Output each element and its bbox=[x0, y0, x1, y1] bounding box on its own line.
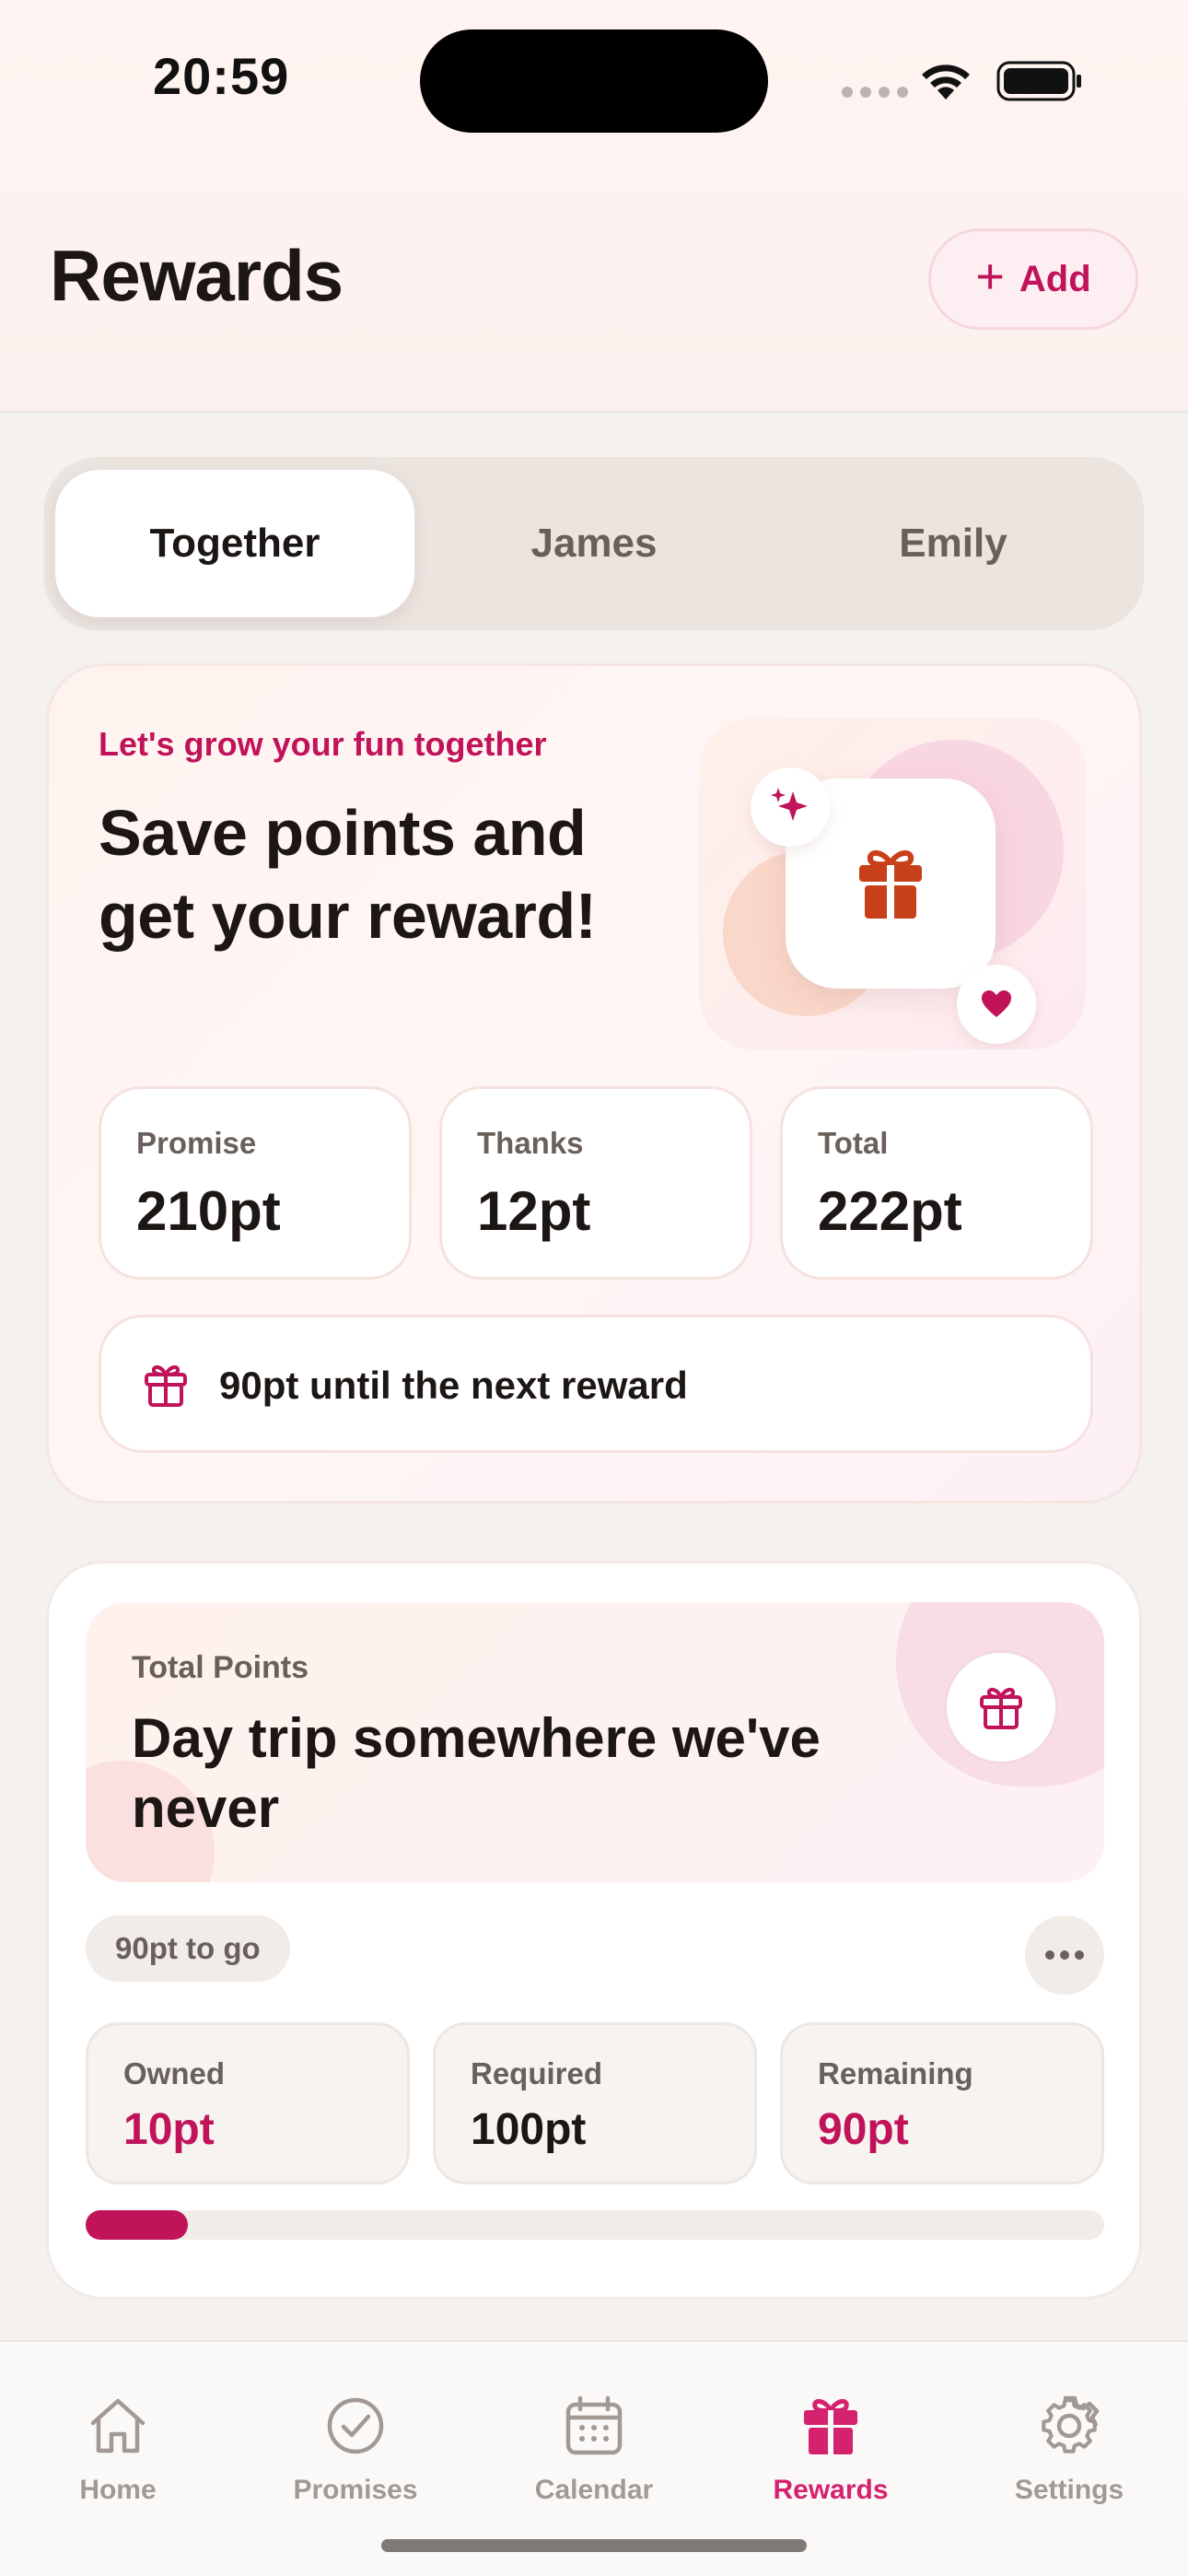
check-circle-icon bbox=[327, 2397, 384, 2454]
heart-icon bbox=[982, 990, 1011, 1017]
heart-badge bbox=[957, 965, 1036, 1044]
page-title: Rewards bbox=[50, 235, 344, 316]
tab-label: Home bbox=[79, 2475, 157, 2505]
hero-title-line-1: Save points and bbox=[99, 797, 587, 869]
add-button-label: Add bbox=[1019, 258, 1091, 299]
goal-eyebrow: Total Points bbox=[132, 1650, 309, 1685]
hero-title: Save points and get your reward! bbox=[99, 791, 706, 957]
stat-label: Required bbox=[471, 2056, 603, 2090]
more-options-button[interactable] bbox=[1025, 1915, 1104, 1995]
stat-total: Total 222pt bbox=[780, 1086, 1093, 1280]
plus-icon: + bbox=[975, 249, 1005, 304]
tab-label: Settings bbox=[1014, 2475, 1124, 2505]
home-icon bbox=[90, 2398, 146, 2453]
ellipsis-icon bbox=[1045, 1950, 1084, 1960]
stat-owned: Owned 10pt bbox=[86, 2022, 410, 2184]
goal-progress-fill bbox=[86, 2210, 188, 2240]
tab-settings[interactable]: Settings bbox=[968, 2394, 1171, 2532]
calendar-icon bbox=[565, 2395, 623, 2455]
stat-label: Promise bbox=[136, 1126, 257, 1160]
member-segmented-control: Together James Emily bbox=[44, 457, 1144, 630]
dynamic-island bbox=[420, 29, 768, 133]
tab-promises[interactable]: Promises bbox=[254, 2394, 457, 2532]
hero-eyebrow: Let's grow your fun together bbox=[99, 725, 547, 763]
battery-icon bbox=[996, 61, 1081, 101]
tab-home[interactable]: Home bbox=[17, 2394, 219, 2532]
segment-james[interactable]: James bbox=[414, 470, 774, 617]
stat-label: Thanks bbox=[477, 1126, 584, 1160]
stat-value: 222pt bbox=[818, 1180, 962, 1242]
sparkle-icon bbox=[771, 788, 808, 821]
stat-value: 210pt bbox=[136, 1180, 281, 1242]
stat-value: 10pt bbox=[123, 2105, 215, 2154]
hero-title-line-2: get your reward! bbox=[99, 880, 597, 952]
segment-together[interactable]: Together bbox=[55, 470, 414, 617]
signal-dots-icon bbox=[842, 87, 908, 98]
gear-icon bbox=[1042, 2395, 1100, 2453]
add-button[interactable]: + Add bbox=[928, 228, 1138, 330]
status-time: 20:59 bbox=[153, 47, 290, 105]
goal-gift-button[interactable] bbox=[944, 1650, 1058, 1764]
sparkle-badge bbox=[751, 767, 830, 847]
stat-remaining: Remaining 90pt bbox=[780, 2022, 1104, 2184]
stat-promise: Promise 210pt bbox=[99, 1086, 412, 1280]
goal-progress-bar bbox=[86, 2210, 1104, 2240]
gift-illustration bbox=[699, 718, 1086, 1049]
stat-value: 12pt bbox=[477, 1180, 591, 1242]
tab-calendar[interactable]: Calendar bbox=[493, 2394, 695, 2532]
gift-icon bbox=[980, 1687, 1022, 1729]
stat-required: Required 100pt bbox=[433, 2022, 757, 2184]
segment-emily[interactable]: Emily bbox=[774, 470, 1133, 617]
stat-label: Total bbox=[818, 1126, 889, 1160]
points-summary-card: Let's grow your fun together Save points… bbox=[46, 663, 1142, 1504]
home-indicator bbox=[381, 2539, 807, 2552]
stat-value: 100pt bbox=[471, 2105, 587, 2154]
points-to-go-chip: 90pt to go bbox=[86, 1915, 290, 1982]
stat-label: Remaining bbox=[818, 2056, 973, 2090]
goal-title: Day trip somewhere we've never bbox=[132, 1707, 821, 1839]
header: 20:59 Rewards + Add bbox=[0, 0, 1188, 413]
reward-goal-card[interactable]: Total Points Day trip somewhere we've ne… bbox=[46, 1561, 1142, 2300]
tab-label: Rewards bbox=[773, 2475, 889, 2505]
stat-label: Owned bbox=[123, 2056, 226, 2090]
stat-value: 90pt bbox=[818, 2105, 909, 2154]
tab-rewards[interactable]: Rewards bbox=[729, 2394, 932, 2532]
next-reward-text: 90pt until the next reward bbox=[219, 1364, 688, 1407]
gift-icon bbox=[804, 2399, 857, 2454]
stat-thanks: Thanks 12pt bbox=[439, 1086, 752, 1280]
goal-banner: Total Points Day trip somewhere we've ne… bbox=[86, 1602, 1104, 1882]
gift-icon bbox=[145, 1364, 187, 1407]
wifi-icon bbox=[922, 64, 970, 100]
tab-label: Calendar bbox=[534, 2475, 654, 2505]
gift-icon bbox=[859, 850, 922, 919]
tab-label: Promises bbox=[293, 2475, 418, 2505]
next-reward-banner: 90pt until the next reward bbox=[99, 1315, 1093, 1453]
status-indicators bbox=[840, 53, 1081, 109]
